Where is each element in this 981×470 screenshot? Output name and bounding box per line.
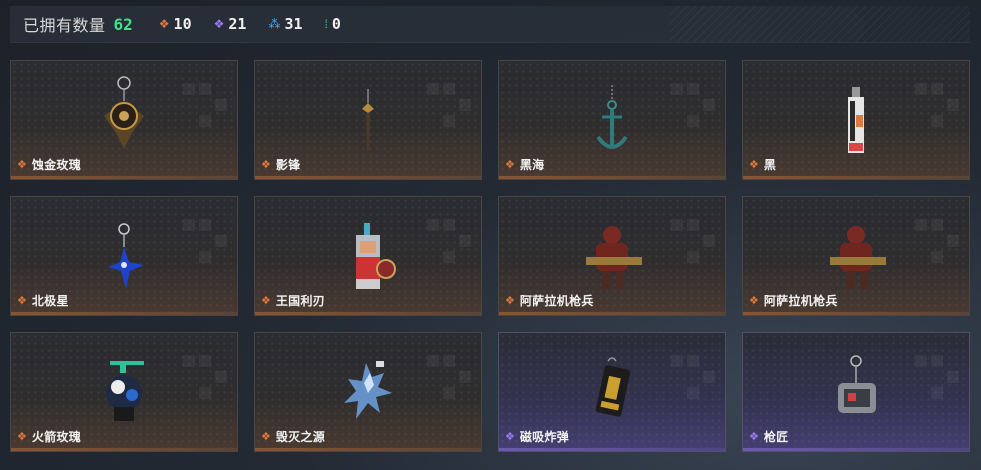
item-name: 火箭玫瑰 bbox=[31, 430, 82, 444]
purple-tier-icon: ❖ bbox=[749, 431, 759, 443]
blue-gem-icon: ⁂ bbox=[268, 17, 281, 31]
green-gem-icon: ⁞ bbox=[324, 17, 328, 31]
item-card[interactable]: ❖ 毁灭之源 bbox=[254, 332, 482, 452]
card-deco bbox=[915, 83, 959, 127]
item-card[interactable]: ❖ 阿萨拉机枪兵 bbox=[742, 196, 970, 316]
orange-tier-icon: ❖ bbox=[261, 159, 271, 171]
tag-charm-icon bbox=[848, 87, 864, 153]
orange-tier-icon: ❖ bbox=[17, 295, 27, 307]
item-card[interactable]: ❖ 火箭玫瑰 bbox=[10, 332, 238, 452]
knight-figure-icon bbox=[356, 223, 396, 289]
item-label: ❖ 王国利刃 bbox=[261, 292, 325, 309]
item-card[interactable]: ❖ 黑 bbox=[742, 60, 970, 180]
rocket-rose-charm-icon bbox=[106, 361, 144, 421]
dog-tag-charm-icon bbox=[838, 355, 876, 413]
stat-orange: ❖ 10 bbox=[159, 15, 192, 33]
crystal-dragon-icon bbox=[344, 361, 392, 419]
orange-tier-icon: ❖ bbox=[261, 431, 271, 443]
card-deco bbox=[427, 219, 471, 263]
item-label: ❖ 毁灭之源 bbox=[261, 428, 325, 445]
orange-tier-icon: ❖ bbox=[749, 295, 759, 307]
item-card[interactable]: ❖ 枪匠 bbox=[742, 332, 970, 452]
purple-tier-icon: ❖ bbox=[505, 431, 515, 443]
item-name: 蚀金玫瑰 bbox=[31, 158, 82, 172]
item-label: ❖ 北极星 bbox=[17, 292, 69, 309]
gold-rose-charm-icon bbox=[104, 76, 144, 149]
item-name: 阿萨拉机枪兵 bbox=[519, 294, 594, 308]
item-label: ❖ 枪匠 bbox=[749, 428, 788, 445]
item-card[interactable]: ❖ 王国利刃 bbox=[254, 196, 482, 316]
item-card[interactable]: ❖ 阿萨拉机枪兵 bbox=[498, 196, 726, 316]
item-label: ❖ 阿萨拉机枪兵 bbox=[505, 292, 594, 309]
magnetic-bomb-charm-icon bbox=[595, 357, 631, 417]
card-deco bbox=[915, 219, 959, 263]
item-name: 毁灭之源 bbox=[275, 430, 326, 444]
item-label: ❖ 黑 bbox=[749, 156, 776, 173]
stat-purple: ❖ 21 bbox=[214, 15, 247, 33]
stat-blue-value: 31 bbox=[284, 15, 303, 33]
item-card[interactable]: ❖ 影锋 bbox=[254, 60, 482, 180]
card-deco bbox=[427, 355, 471, 399]
item-name: 影锋 bbox=[275, 158, 301, 172]
card-deco bbox=[671, 355, 715, 399]
gunner-figure-icon bbox=[586, 226, 642, 289]
card-deco bbox=[915, 355, 959, 399]
gunner-figure-icon bbox=[830, 226, 886, 289]
item-label: ❖ 黑海 bbox=[505, 156, 544, 173]
orange-tier-icon: ❖ bbox=[749, 159, 759, 171]
item-label: ❖ 蚀金玫瑰 bbox=[17, 156, 81, 173]
item-card[interactable]: ❖ 蚀金玫瑰 bbox=[10, 60, 238, 180]
item-name: 枪匠 bbox=[763, 430, 789, 444]
orange-gem-icon: ❖ bbox=[158, 17, 170, 31]
item-card[interactable]: ❖ 磁吸炸弹 bbox=[498, 332, 726, 452]
item-card[interactable]: ❖ 北极星 bbox=[10, 196, 238, 316]
stat-green: ⁞ 0 bbox=[325, 15, 341, 33]
item-name: 王国利刃 bbox=[275, 294, 326, 308]
item-name: 北极星 bbox=[31, 294, 69, 308]
owned-count: 62 bbox=[113, 14, 133, 34]
card-deco bbox=[183, 355, 227, 399]
orange-tier-icon: ❖ bbox=[505, 159, 515, 171]
item-name: 磁吸炸弹 bbox=[519, 430, 570, 444]
stat-orange-value: 10 bbox=[173, 15, 192, 33]
orange-tier-icon: ❖ bbox=[261, 295, 271, 307]
owned-label: 已拥有数量 bbox=[23, 18, 106, 35]
item-label: ❖ 火箭玫瑰 bbox=[17, 428, 81, 445]
shadow-blade-charm-icon bbox=[362, 89, 374, 151]
item-label: ❖ 影锋 bbox=[261, 156, 300, 173]
card-deco bbox=[427, 83, 471, 127]
item-name: 黑海 bbox=[519, 158, 545, 172]
inventory-header: 已拥有数量 62 ❖ 10 ❖ 21 ⁂ 31 ⁞ 0 bbox=[10, 6, 970, 43]
stat-purple-value: 21 bbox=[228, 15, 247, 33]
polaris-charm-icon bbox=[108, 223, 144, 289]
stat-green-value: 0 bbox=[331, 15, 341, 33]
card-deco bbox=[183, 219, 227, 263]
purple-gem-icon: ❖ bbox=[213, 17, 225, 31]
orange-tier-icon: ❖ bbox=[17, 431, 27, 443]
item-card[interactable]: ❖ 黑海 bbox=[498, 60, 726, 180]
item-label: ❖ 阿萨拉机枪兵 bbox=[749, 292, 838, 309]
card-deco bbox=[671, 219, 715, 263]
item-name: 黑 bbox=[763, 158, 777, 172]
orange-tier-icon: ❖ bbox=[17, 159, 27, 171]
card-deco bbox=[671, 83, 715, 127]
item-name: 阿萨拉机枪兵 bbox=[763, 294, 838, 308]
anchor-charm-icon bbox=[596, 85, 628, 149]
charm-grid: ❖ 蚀金玫瑰 ❖ 影锋 ❖ 黑海 ❖ 黑 ❖ 北极星 ❖ 王国利刃 ❖ 阿萨拉机… bbox=[10, 60, 970, 452]
header-stripes bbox=[670, 6, 970, 42]
orange-tier-icon: ❖ bbox=[505, 295, 515, 307]
item-label: ❖ 磁吸炸弹 bbox=[505, 428, 569, 445]
card-deco bbox=[183, 83, 227, 127]
stat-blue: ⁂ 31 bbox=[268, 15, 302, 33]
